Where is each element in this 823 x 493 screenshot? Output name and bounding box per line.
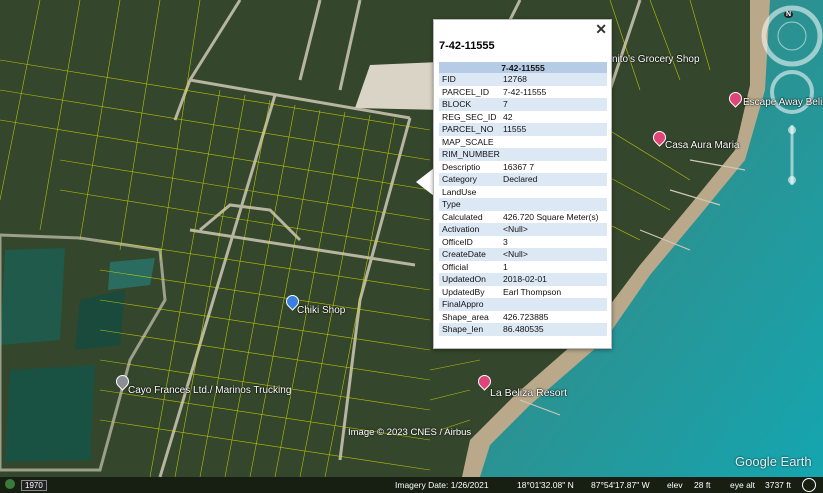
table-row: CreateDate <Null> — [439, 248, 607, 261]
attribute-value: 7 — [500, 98, 607, 111]
attribute-key: FID — [439, 73, 500, 86]
table-row: Official 1 — [439, 261, 607, 274]
table-row: OfficeID 3 — [439, 236, 607, 249]
attribute-value: 426.720 Square Meter(s) — [503, 211, 599, 222]
table-row: RIM_NUMBER — [439, 148, 607, 161]
table-row: Type — [439, 198, 607, 211]
elevation-value: 28 ft — [694, 480, 711, 490]
attribute-key: Shape_area — [442, 311, 489, 322]
table-row: BLOCK 7 — [439, 98, 607, 111]
attribute-value: Earl Thompson — [503, 286, 562, 297]
attribute-value: 16367 7 — [503, 161, 535, 172]
place-label-chiki-shop[interactable]: Chiki Shop — [297, 305, 345, 316]
attribute-key: Official — [442, 261, 469, 272]
attribute-key: REG_SEC_ID — [442, 111, 497, 122]
eye-alt-label: eye alt — [730, 480, 756, 490]
image-credit: Image © 2023 CNES / Airbus — [348, 427, 472, 438]
attribute-key: Descriptio — [442, 161, 481, 172]
attribute-value: 11555 — [500, 123, 607, 136]
table-row: REG_SEC_ID 42 — [439, 111, 607, 124]
attribute-key: PARCEL_ID — [442, 86, 490, 97]
elevation-label: elev — [667, 480, 683, 490]
attribute-key: RIM_NUMBER — [439, 148, 500, 161]
street-view-icon[interactable] — [802, 478, 816, 492]
table-row: LandUse — [439, 186, 607, 199]
place-label-casa-aura[interactable]: Casa Aura Maria — [665, 140, 739, 151]
attribute-value — [500, 198, 607, 211]
place-label-la-beliza[interactable]: La Beliza Resort — [490, 387, 567, 399]
close-icon[interactable]: ✕ — [595, 22, 607, 36]
table-row: MAP_SCALE — [439, 136, 607, 149]
attribute-value: <Null> — [500, 223, 607, 236]
attribute-key: Type — [439, 198, 500, 211]
attribute-value — [500, 148, 607, 161]
attribute-key: PARCEL_NO — [439, 123, 500, 136]
popup-pointer — [416, 168, 434, 196]
attribute-value: <Null> — [500, 248, 607, 261]
table-row: UpdatedBy Earl Thompson — [439, 286, 607, 299]
table-row: PARCEL_ID 7-42-11555 — [439, 86, 607, 99]
attribute-key: Calculated — [442, 211, 483, 222]
latitude: 18°01'32.08" N — [517, 480, 574, 490]
attribute-value — [500, 186, 607, 199]
attribute-key: FinalAppro — [439, 298, 500, 311]
attribute-key: Activation — [439, 223, 500, 236]
attribute-value: 86.480535 — [500, 323, 607, 336]
place-label-cayo-frances[interactable]: Cayo Frances Ltd./ Marinos Trucking — [128, 385, 291, 396]
attribute-key: Category — [439, 173, 500, 186]
table-row: Shape_len 86.480535 — [439, 323, 607, 336]
attribute-value — [500, 298, 607, 311]
attribute-value: 42 — [503, 111, 513, 122]
imagery-date: Imagery Date: 1/26/2021 — [395, 480, 489, 490]
table-row: Calculated 426.720 Square Meter(s) — [439, 211, 607, 224]
attribute-key: LandUse — [442, 186, 477, 197]
table-row: FID 12768 — [439, 73, 607, 86]
attribute-key: BLOCK — [439, 98, 500, 111]
attribute-value — [500, 136, 607, 149]
table-row: FinalAppro — [439, 298, 607, 311]
attribute-value: 3 — [503, 236, 508, 247]
attribute-key: UpdatedBy — [442, 286, 485, 297]
google-earth-watermark: Google Earth — [735, 454, 812, 469]
attribute-key: Shape_len — [439, 323, 500, 336]
status-bar: 1970 Imagery Date: 1/26/2021 18°01'32.08… — [0, 477, 823, 493]
parcel-info-popup: ✕ 7-42-11555 7-42-11555 FID 12768 PARCEL_I… — [433, 19, 612, 349]
attribute-key: UpdatedOn — [439, 273, 500, 286]
place-label-grocery[interactable]: nito's Grocery Shop — [612, 54, 700, 65]
attribute-value: Declared — [500, 173, 607, 186]
table-row: UpdatedOn 2018-02-01 — [439, 273, 607, 286]
table-header: 7-42-11555 — [439, 62, 607, 73]
attribute-value: 7-42-11555 — [503, 86, 547, 97]
attribute-value: 12768 — [500, 73, 607, 86]
table-row: PARCEL_NO 11555 — [439, 123, 607, 136]
attribute-value: 1 — [503, 261, 508, 272]
table-row: Shape_area 426.723885 — [439, 311, 607, 324]
attribute-value: 2018-02-01 — [500, 273, 607, 286]
attribute-key: MAP_SCALE — [442, 136, 494, 147]
popup-title: 7-42-11555 — [439, 40, 495, 52]
satellite-map[interactable] — [0, 0, 823, 493]
attribute-table: 7-42-11555 FID 12768 PARCEL_ID 7-42-11555 BL… — [439, 62, 607, 336]
attribute-value: 426.723885 — [503, 311, 549, 322]
attribute-key: OfficeID — [442, 236, 473, 247]
longitude: 87°54'17.87" W — [591, 480, 650, 490]
attribute-key: CreateDate — [439, 248, 500, 261]
place-label-escape-away[interactable]: Escape Away Belize V — [743, 97, 823, 108]
year-badge[interactable]: 1970 — [21, 480, 47, 491]
eye-alt-value: 3737 ft — [765, 480, 791, 490]
table-row: Activation <Null> — [439, 223, 607, 236]
table-row: Category Declared — [439, 173, 607, 186]
historical-imagery-icon[interactable] — [5, 479, 15, 489]
table-row: Descriptio 16367 7 — [439, 161, 607, 174]
